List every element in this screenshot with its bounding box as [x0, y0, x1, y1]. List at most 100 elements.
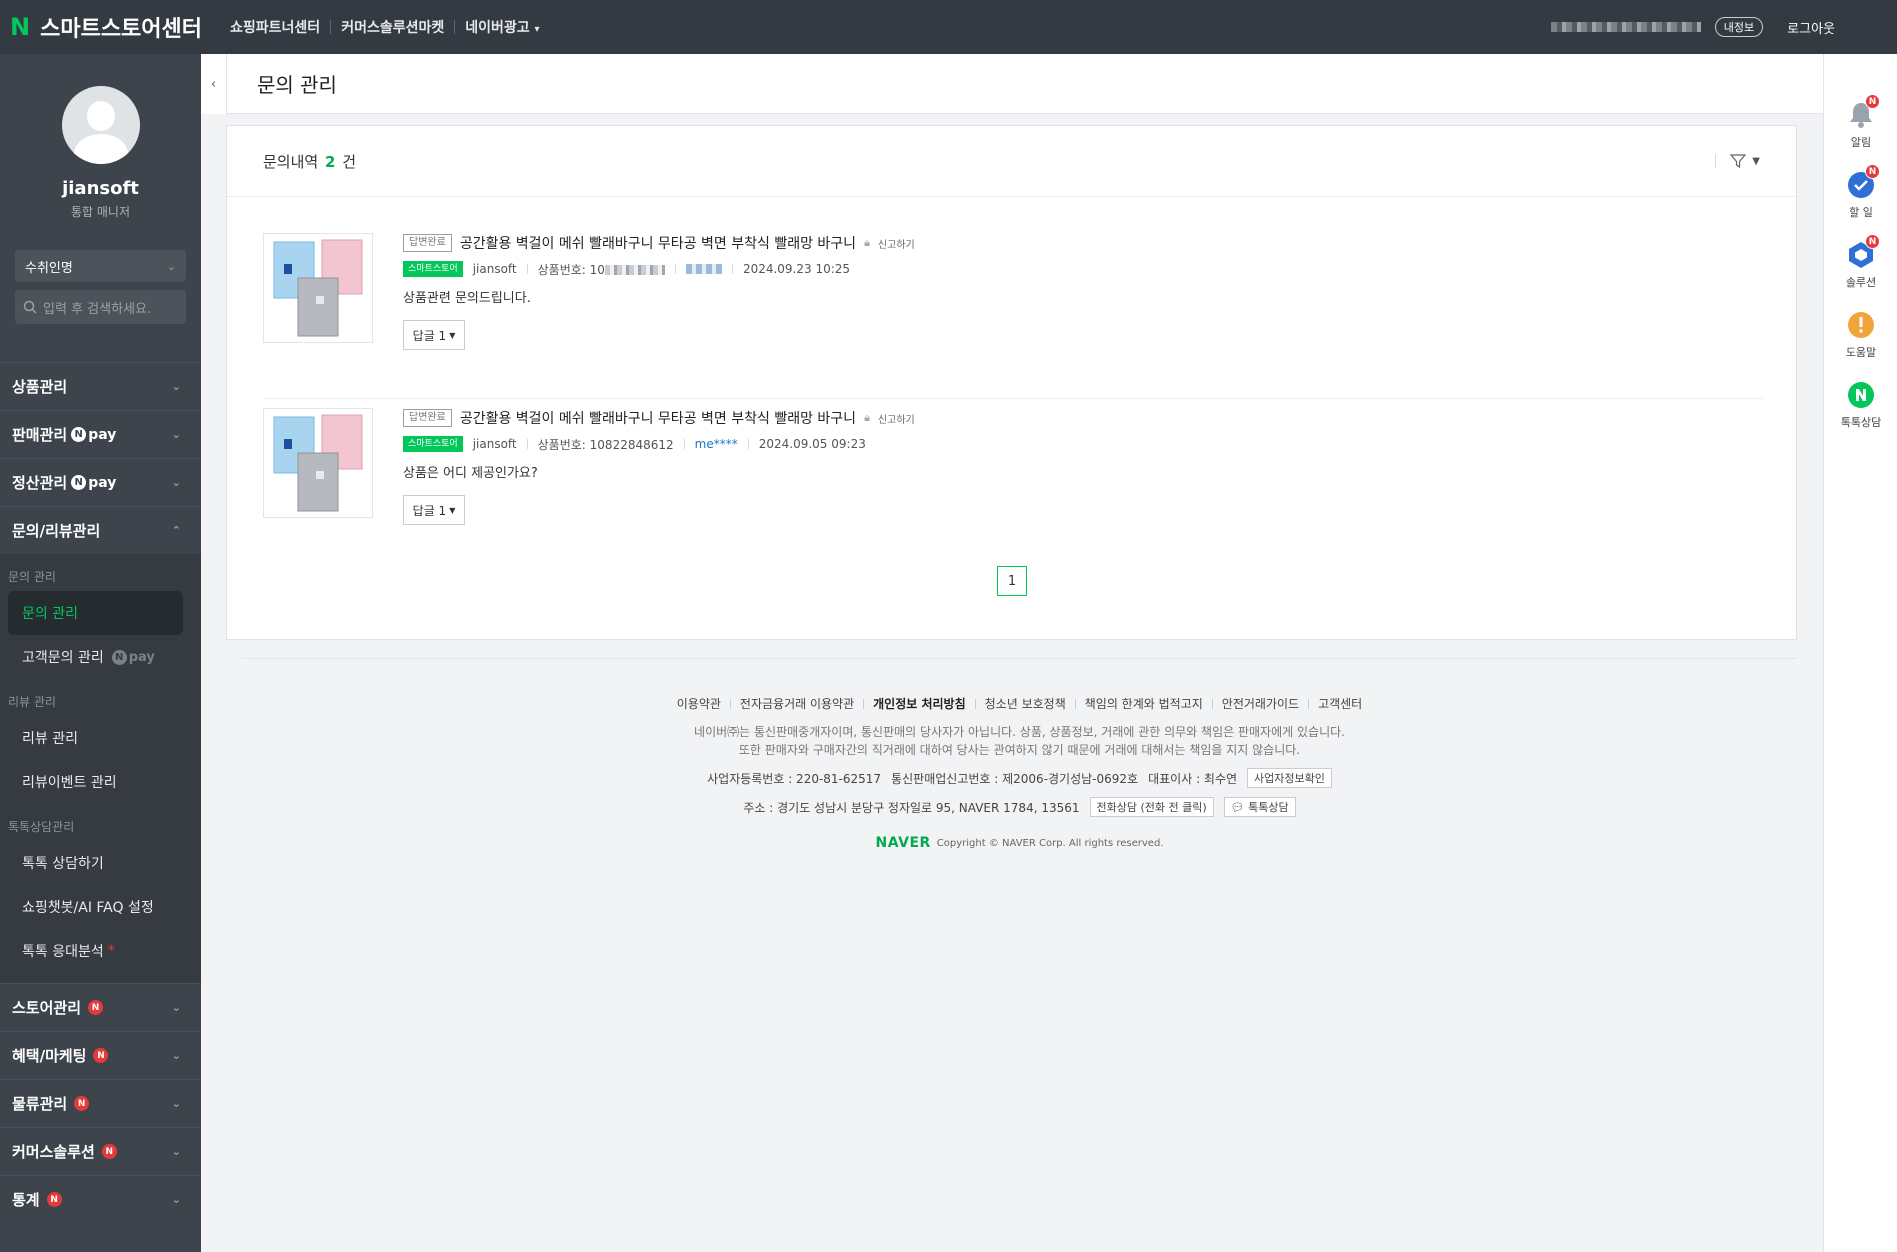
seller-name: jiansoft — [472, 437, 517, 451]
chevron-up-icon: ⌃ — [171, 524, 181, 537]
sidebar-item-review-event[interactable]: 리뷰이벤트 관리 — [0, 760, 201, 804]
footer-link-legal[interactable]: 책임의 한계와 법적고지 — [1076, 695, 1212, 712]
divider — [526, 439, 528, 449]
npay-logo: Npay — [71, 427, 116, 443]
footer-link-customer-center[interactable]: 고객센터 — [1309, 695, 1371, 712]
nav-naver-ads[interactable]: 네이버광고 ▾ — [455, 17, 549, 37]
caret-down-icon: ▼ — [449, 330, 456, 340]
talktalk-consult-button[interactable]: 💬︎ 톡톡상담 — [1223, 797, 1296, 817]
menu-label-wrap: 물류관리 N — [12, 1093, 90, 1114]
caret-down-icon: ▼ — [449, 505, 456, 515]
product-thumbnail[interactable] — [263, 233, 373, 343]
menu-product[interactable]: 상품관리 ⌄ — [0, 362, 201, 410]
chat-bubble-icon: 💬︎ — [1230, 801, 1245, 814]
menu-commerce-solution[interactable]: 커머스솔루션 N ⌄ — [0, 1127, 201, 1175]
reply-label: 답글 1 — [412, 503, 447, 518]
subgroup-review: 리뷰 관리 — [8, 695, 56, 709]
page-number-current[interactable]: 1 — [997, 566, 1027, 596]
sidebar-item-review-manage[interactable]: 리뷰 관리 — [0, 716, 201, 760]
inquiry-item: 답변완료 공간활용 벽걸이 메쉬 빨래바구니 무타공 벽면 부착식 빨래망 바구… — [263, 233, 1763, 373]
filter-button[interactable]: ▼ — [1715, 154, 1760, 168]
smartstore-badge: 스마트스토어 — [403, 436, 463, 452]
nav-commerce-solution[interactable]: 커머스솔루션마켓 — [331, 17, 454, 37]
menu-store[interactable]: 스토어관리 N ⌄ — [0, 983, 201, 1031]
inquiry-title-row: 답변완료 공간활용 벽걸이 메쉬 빨래바구니 무타공 벽면 부착식 빨래망 바구… — [403, 233, 915, 253]
sidebar-item-inquiry-manage[interactable]: 문의 관리 — [8, 591, 183, 635]
phone-consult-button[interactable]: 전화상담 (전화 전 클릭) — [1089, 797, 1214, 817]
sidebar-item-chatbot[interactable]: 쇼핑챗봇/AI FAQ 설정 — [0, 885, 201, 929]
rail-alarm[interactable]: N 알림 — [1824, 94, 1897, 150]
menu-settlement[interactable]: 정산관리 Npay ⌄ — [0, 458, 201, 506]
divider — [731, 264, 733, 274]
search-type-dropdown[interactable]: 수취인명 ⌄ — [15, 250, 186, 282]
sidebar-item-label: 고객문의 관리 — [22, 650, 104, 666]
reply-toggle-button[interactable]: 답글 1 ▼ — [403, 320, 465, 350]
rail-help[interactable]: 도움말 — [1824, 310, 1897, 360]
business-check-button[interactable]: 사업자정보확인 — [1247, 768, 1332, 788]
chevron-down-icon: ⌄ — [171, 476, 181, 489]
chevron-down-icon: ⌄ — [166, 259, 176, 273]
product-title-link[interactable]: 공간활용 벽걸이 메쉬 빨래바구니 무타공 벽면 부착식 빨래망 바구니 — [460, 233, 856, 253]
sidebar-item-talk-analysis[interactable]: 톡톡 응대분석 * — [0, 929, 201, 973]
submenu-inquiry-review: 문의 관리 문의 관리 고객문의 관리 Npay 리뷰 관리 리뷰 관리 리뷰이벤… — [0, 554, 201, 983]
menu-label: 통계 — [12, 1191, 40, 1209]
inquiry-meta-row: 스마트스토어 jiansoft 상품번호: 10822848612 me****… — [403, 436, 915, 452]
menu-marketing[interactable]: 혜택/마케팅 N ⌄ — [0, 1031, 201, 1079]
footer-link-privacy[interactable]: 개인정보 처리방침 — [864, 695, 975, 712]
inquiry-card: 문의내역 2 건 ▼ 답변완료 공간활용 벽걸이 메쉬 빨래바구니 무타공 벽면… — [226, 125, 1797, 640]
laundry-basket-image — [273, 414, 363, 512]
inquiry-meta-row: 스마트스토어 jiansoft 상품번호: 10 2024.09.23 10:2… — [403, 261, 915, 277]
rail-label: 톡톡상담 — [1840, 416, 1882, 429]
sidebar-search-input[interactable]: 입력 후 검색하세요. — [15, 290, 186, 324]
status-badge: 답변완료 — [403, 409, 452, 427]
menu-label-wrap: 커머스솔루션 N — [12, 1141, 117, 1162]
footer-link-youth[interactable]: 청소년 보호정책 — [976, 695, 1075, 712]
logo-text: 스마트스토어센터 — [40, 17, 203, 42]
nav-shopping-partner[interactable]: 쇼핑파트너센터 — [220, 17, 330, 37]
logout-button[interactable]: 로그아웃 — [1787, 18, 1835, 37]
reply-label: 답글 1 — [412, 328, 447, 343]
lock-icon: 🔒︎ — [864, 411, 870, 424]
rail-talktalk[interactable]: 톡톡상담 — [1824, 380, 1897, 430]
chevron-down-icon: ▾ — [534, 24, 540, 35]
sidebar-item-customer-inquiry[interactable]: 고객문의 관리 Npay — [0, 635, 201, 679]
business-info: 사업자등록번호 : 220-81-62517 통신판매업신고번호 : 제2006… — [242, 768, 1797, 788]
menu-inquiry-review[interactable]: 문의/리뷰관리 ⌃ — [0, 506, 201, 554]
inquiry-question[interactable]: 상품은 어디 제공인가요? — [403, 462, 915, 481]
report-link[interactable]: 신고하기 — [878, 411, 915, 426]
address-info: 주소 : 경기도 성남시 분당구 정자일로 95, NAVER 1784, 13… — [242, 797, 1797, 817]
profile: jiansoft 통합 매니저 수취인명 ⌄ 입력 후 검색하세요. — [0, 54, 201, 362]
buyer-nickname[interactable]: me**** — [695, 437, 738, 451]
menu-label: 혜택/마케팅 — [12, 1047, 87, 1065]
inquiry-question[interactable]: 상품관련 문의드립니다. — [403, 287, 915, 306]
divider — [674, 264, 676, 274]
rail-todo[interactable]: N 할 일 — [1824, 164, 1897, 220]
rail-solution[interactable]: N 솔루션 — [1824, 234, 1897, 290]
product-thumbnail[interactable] — [263, 408, 373, 518]
new-badge: N — [1865, 94, 1880, 109]
top-nav: 쇼핑파트너센터 커머스솔루션마켓 네이버광고 ▾ — [220, 17, 550, 37]
menu-logistics[interactable]: 물류관리 N ⌄ — [0, 1079, 201, 1127]
logo[interactable]: N 스마트스토어센터 — [10, 11, 202, 43]
talktalk-icon — [1848, 382, 1874, 408]
sidebar-item-talk-consult[interactable]: 톡톡 상담하기 — [0, 841, 201, 885]
menu-sales[interactable]: 판매관리 Npay ⌄ — [0, 410, 201, 458]
footer-link-efinance[interactable]: 전자금융거래 이용약관 — [731, 695, 863, 712]
sidebar-collapse-button[interactable]: ‹ — [201, 54, 227, 114]
product-number: 상품번호: 10 — [538, 261, 665, 278]
menu-statistics[interactable]: 통계 N ⌄ — [0, 1175, 201, 1223]
footer-link-safe-trade[interactable]: 안전거래가이드 — [1213, 695, 1308, 712]
divider — [683, 439, 685, 449]
notice-line: 또한 판매자와 구매자간의 직거래에 대하여 당사는 관여하지 않기 때문에 거… — [738, 743, 1301, 757]
count-prefix: 문의내역 — [263, 152, 319, 171]
product-title-link[interactable]: 공간활용 벽걸이 메쉬 빨래바구니 무타공 벽면 부착식 빨래망 바구니 — [460, 408, 856, 428]
my-info-button[interactable]: 내정보 — [1714, 17, 1764, 37]
footer-notice: 네이버㈜는 통신판매중개자이며, 통신판매의 당사자가 아닙니다. 상품, 상품… — [242, 723, 1797, 759]
app: N 스마트스토어센터 쇼핑파트너센터 커머스솔루션마켓 네이버광고 ▾ 내정보 … — [0, 0, 1897, 1252]
report-link[interactable]: 신고하기 — [878, 236, 915, 251]
chevron-down-icon: ⌄ — [171, 1097, 181, 1110]
new-badge: N — [93, 1048, 109, 1063]
reply-toggle-button[interactable]: 답글 1 ▼ — [403, 495, 465, 525]
footer-link-terms[interactable]: 이용약관 — [668, 695, 730, 712]
status-badge: 답변완료 — [403, 234, 452, 252]
